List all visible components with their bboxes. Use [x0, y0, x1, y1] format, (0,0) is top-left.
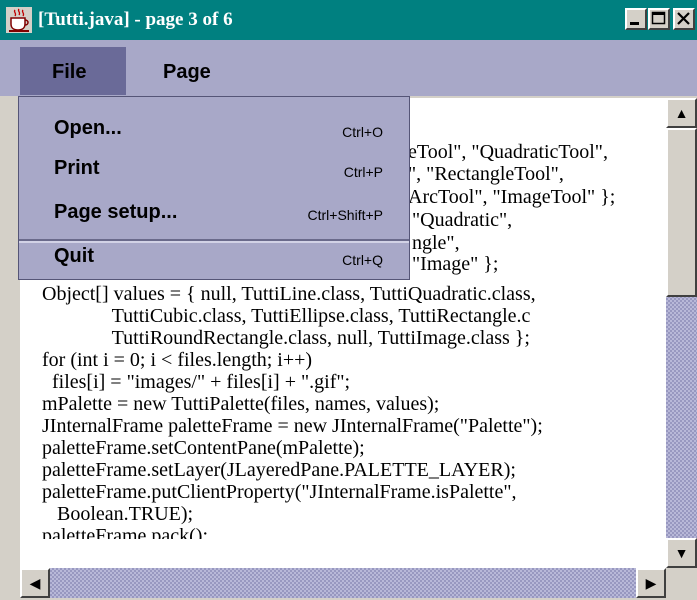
vertical-scrollbar[interactable]: ▲ ▼	[666, 98, 697, 568]
scroll-right-button[interactable]: ▶	[636, 568, 666, 598]
code-line: paletteFrame.setContentPane(mPalette);	[42, 437, 365, 459]
arrow-up-icon: ▲	[674, 105, 689, 121]
horizontal-scroll-track[interactable]	[50, 568, 636, 598]
code-line: paletteFrame.putClientProperty("JInterna…	[42, 481, 517, 503]
menu-item-open-shortcut: Ctrl+O	[342, 124, 383, 140]
code-line: TuttiRoundRectangle.class, null, TuttiIm…	[42, 327, 530, 349]
code-line: Object[] values = { null, TuttiLine.clas…	[42, 283, 536, 305]
minimize-button[interactable]	[625, 8, 647, 30]
horizontal-scrollbar[interactable]: ◀ ▶	[20, 568, 666, 598]
menu-item-open-label[interactable]: Open...	[54, 117, 122, 140]
scrollbar-corner	[666, 568, 697, 600]
code-line-partial: ", "RectangleTool",	[408, 163, 564, 185]
code-line: JInternalFrame paletteFrame = new JInter…	[42, 415, 543, 437]
vertical-scroll-thumb[interactable]	[666, 128, 697, 297]
code-line: files[i] = "images/" + files[i] + ".gif"…	[42, 371, 351, 393]
menu-item-print-shortcut: Ctrl+P	[343, 164, 383, 180]
code-line: paletteFrame.setLayer(JLayeredPane.PALET…	[42, 459, 516, 481]
arrow-down-icon: ▼	[674, 545, 689, 561]
code-line-partial: ArcTool", "ImageTool" };	[408, 186, 616, 208]
code-line-partial: eTool", "QuadraticTool",	[408, 141, 608, 163]
menu-page[interactable]: Page	[163, 61, 211, 84]
code-line-partial: ngle",	[412, 232, 460, 254]
scroll-left-button[interactable]: ◀	[20, 568, 50, 598]
code-line: Boolean.TRUE);	[42, 503, 194, 525]
maximize-button[interactable]	[648, 8, 670, 30]
arrow-left-icon: ◀	[29, 574, 41, 591]
menu-separator	[18, 231, 410, 243]
menu-item-print-label[interactable]: Print	[54, 157, 100, 180]
arrow-right-icon: ▶	[645, 574, 657, 591]
scroll-down-button[interactable]: ▼	[666, 538, 697, 568]
menu-item-page-setup-shortcut: Ctrl+Shift+P	[307, 207, 383, 223]
menu-item-quit-shortcut: Ctrl+Q	[342, 252, 383, 268]
menu-file-label: File	[52, 61, 87, 83]
file-menu-dropdown: Open... Ctrl+O Print Ctrl+P Page setup..…	[18, 96, 410, 280]
code-line-partial: "Image" };	[412, 253, 499, 275]
code-line: for (int i = 0; i < files.length; i++)	[42, 349, 313, 371]
code-line: paletteFrame.pack();	[42, 525, 209, 547]
java-coffee-cup-icon[interactable]	[6, 7, 32, 33]
close-icon	[677, 12, 690, 25]
menu-item-quit-label[interactable]: Quit	[54, 245, 94, 268]
code-line: mPalette = new TuttiPalette(files, names…	[42, 393, 440, 415]
minimize-icon	[630, 22, 639, 25]
close-button[interactable]	[673, 8, 695, 30]
code-line-partial: "Quadratic",	[412, 209, 513, 231]
code-line: TuttiCubic.class, TuttiEllipse.class, Tu…	[42, 305, 531, 327]
menu-item-page-setup-label[interactable]: Page setup...	[54, 201, 177, 224]
maximize-icon	[651, 11, 666, 25]
window-title: [Tutti.java] - page 3 of 6	[38, 9, 233, 30]
scroll-up-button[interactable]: ▲	[666, 98, 697, 128]
